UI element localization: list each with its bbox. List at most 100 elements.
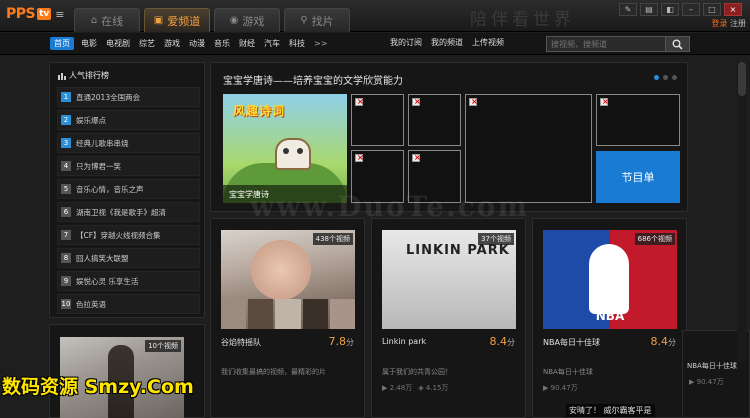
feature-headline: 风趣诗词 (233, 104, 286, 118)
house-icon: ⌂ (90, 15, 98, 26)
ranking-item[interactable]: 1 直通2013全国两会 (57, 87, 200, 107)
search-button[interactable] (665, 37, 689, 51)
vertical-scrollbar[interactable] (737, 62, 747, 362)
register-link[interactable]: 注册 (730, 19, 746, 28)
nav-tv-series[interactable]: 电视剧 (104, 37, 132, 50)
channel-title[interactable]: Linkin park (382, 337, 426, 346)
channel-title[interactable]: NBA每日十佳球 (543, 337, 600, 348)
hamburger-menu-icon[interactable]: ≡ (55, 8, 64, 21)
tv-icon: ▣ (153, 15, 164, 26)
minimize-icon[interactable]: – (682, 3, 700, 16)
logo-badge: tv (37, 8, 52, 20)
broken-thumbnail[interactable] (408, 94, 461, 146)
ranking-item[interactable]: 3 经典儿歌串串烧 (57, 133, 200, 153)
mini-mode-icon[interactable]: ◧ (661, 3, 679, 16)
tab-channel[interactable]: ▣ 爱频道 (144, 8, 210, 32)
scrollbar-thumb[interactable] (738, 62, 746, 96)
slogan-calligraphy: 陪伴看世界 (470, 10, 575, 30)
play-count: ▶ 90.47万 (543, 384, 578, 392)
channel-title[interactable]: NBA每日十佳球 (687, 361, 737, 371)
nav-music[interactable]: 音乐 (212, 37, 232, 50)
edit-icon[interactable]: ✎ (619, 3, 637, 16)
video-thumbnail[interactable]: NBA 686个视频 (543, 230, 677, 329)
ranking-item[interactable]: 6 湖南卫视《我是歌手》超清 (57, 202, 200, 222)
broken-thumbnail[interactable] (351, 94, 404, 146)
ranking-item[interactable]: 2 娱乐爆点 (57, 110, 200, 130)
ranking-item[interactable]: 4 只为博君一笑 (57, 156, 200, 176)
ranking-item[interactable]: 10 色拉英语 (57, 294, 200, 314)
rank-number: 7 (61, 230, 71, 240)
upload-video-link[interactable]: 上传视频 (472, 37, 504, 48)
nav-movie[interactable]: 电影 (79, 37, 99, 50)
video-thumbnail[interactable]: LINKIN PARK 37个视频 (382, 230, 516, 329)
nav-variety[interactable]: 综艺 (137, 37, 157, 50)
channel-score: 7.8分 (328, 335, 355, 348)
tab-online[interactable]: ⌂ 在线 (74, 8, 140, 32)
rank-number: 10 (61, 299, 71, 309)
magnifier-icon: ⚲ (300, 15, 308, 26)
carousel-dot[interactable] (654, 75, 659, 80)
rank-number: 3 (61, 138, 71, 148)
broken-image-icon (469, 97, 478, 106)
play-count: ▶ 90.47万 (689, 378, 724, 386)
broken-thumbnail[interactable] (465, 94, 592, 203)
ranking-item[interactable]: 5 音乐心情，音乐之声 (57, 179, 200, 199)
popularity-ranking-panel: 人气排行榜 1 直通2013全国两会 2 娱乐爆点 3 经典儿歌串串烧 4 只为博君一笑… (49, 62, 205, 318)
video-count-badge: 438个视频 (312, 233, 353, 245)
thumbnail-strip (221, 299, 355, 329)
search-box (546, 36, 690, 52)
tab-game[interactable]: ◉ 游戏 (214, 8, 280, 32)
bottom-tip: 安晴了！ 威尔霸客平是 (566, 404, 655, 417)
band-members (390, 271, 508, 329)
broken-image-icon (600, 97, 609, 106)
nav-finance[interactable]: 财经 (237, 37, 257, 50)
video-card[interactable]: 438个视频 谷焰特摇队 7.8分 我们收集最搞的视频，最精彩的片 (210, 218, 365, 418)
video-card[interactable]: LINKIN PARK 37个视频 Linkin park 8.4分 属于我们的… (371, 218, 526, 418)
search-input[interactable] (547, 37, 665, 51)
play-count: ▶ 2.48万 (382, 384, 413, 392)
pps-logo[interactable]: PPS tv ≡ (6, 6, 65, 22)
site-watermark: www.DuoTe.com (250, 190, 530, 223)
login-link[interactable]: 登录 (711, 19, 727, 28)
nav-tech[interactable]: 科技 (287, 37, 307, 50)
window-controls: ✎ ▤ ◧ – □ × (619, 3, 742, 16)
nav-auto[interactable]: 汽车 (262, 37, 282, 50)
close-icon[interactable]: × (724, 3, 742, 16)
category-list: 首页 电影 电视剧 综艺 游戏 动漫 音乐 财经 汽车 科技 >> (50, 37, 329, 50)
left-video-card[interactable]: 10个视频 (49, 324, 205, 418)
thumbnail-face (251, 240, 311, 300)
ranking-item[interactable]: 7 【CF】穿越火线视频合集 (57, 225, 200, 245)
channel-stats: ▶ 2.48万 ◈ 4.15万 (382, 383, 448, 393)
login-area: 登录 注册 (711, 18, 746, 29)
rank-number: 4 (61, 161, 71, 171)
schedule-button[interactable]: 节目单 (596, 151, 680, 203)
ranking-item[interactable]: 8 囧人搞笑大联盟 (57, 248, 200, 268)
skin-icon[interactable]: ▤ (640, 3, 658, 16)
nav-more-button[interactable]: >> (312, 37, 329, 50)
carousel-dot[interactable] (663, 75, 668, 80)
video-card[interactable]: NBA 686个视频 NBA每日十佳球 8.4分 NBA每日十佳球 ▶ 90.4… (532, 218, 687, 418)
user-links: 我的订阅 我的频道 上传视频 (390, 37, 504, 48)
featured-program[interactable]: 风趣诗词 宝宝学唐诗 (223, 94, 347, 203)
channel-description: 属于我们的共青公园！ (382, 368, 452, 376)
broken-image-icon (355, 97, 364, 106)
channel-stats: ▶ 90.47万 (543, 383, 578, 393)
rank-number: 1 (61, 92, 71, 102)
bottom-watermark: 数码资源 Smzy.Com (2, 376, 194, 398)
my-subscriptions-link[interactable]: 我的订阅 (390, 37, 422, 48)
channel-title[interactable]: 谷焰特摇队 (221, 337, 261, 348)
cartoon-sheep-icon (275, 138, 311, 170)
ranking-title: 人气排行榜 (58, 70, 109, 81)
tab-find[interactable]: ⚲ 找片 (284, 8, 350, 32)
ranking-item[interactable]: 9 娱悦心灵 乐享生活 (57, 271, 200, 291)
carousel-dot[interactable] (672, 75, 677, 80)
broken-thumbnail[interactable] (596, 94, 680, 146)
maximize-icon[interactable]: □ (703, 3, 721, 16)
video-thumbnail[interactable]: 438个视频 (221, 230, 355, 329)
nav-home[interactable]: 首页 (50, 37, 74, 50)
carousel-title[interactable]: 宝宝学唐诗——培养宝宝的文学欣赏能力 (223, 72, 403, 87)
my-channel-link[interactable]: 我的频道 (431, 37, 463, 48)
band-name-art: LINKIN PARK (406, 243, 510, 258)
nav-anime[interactable]: 动漫 (187, 37, 207, 50)
nav-game[interactable]: 游戏 (162, 37, 182, 50)
